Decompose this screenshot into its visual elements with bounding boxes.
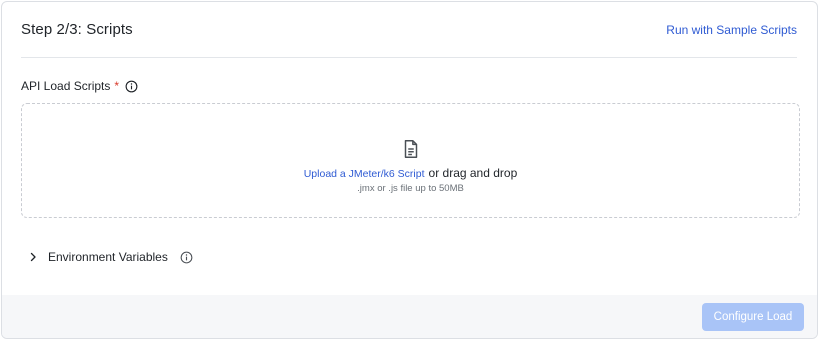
environment-variables-label: Environment Variables	[48, 250, 168, 264]
info-circle-icon[interactable]	[180, 251, 193, 264]
api-load-scripts-label: API Load Scripts *	[21, 79, 138, 93]
upload-script-link[interactable]: Upload a JMeter/k6 Script	[304, 168, 425, 180]
step-title: Step 2/3: Scripts	[21, 21, 133, 38]
required-marker: *	[114, 79, 120, 93]
chevron-right-icon	[28, 252, 38, 262]
upload-instructions: Upload a JMeter/k6 Script or drag and dr…	[304, 166, 518, 180]
configure-load-button[interactable]: Configure Load	[702, 302, 804, 331]
scripts-step-card: Step 2/3: Scripts Run with Sample Script…	[1, 1, 818, 339]
document-icon	[400, 138, 422, 160]
card-footer: Configure Load	[2, 295, 817, 338]
file-type-hint: .jmx or .js file up to 50MB	[357, 182, 464, 194]
info-circle-icon[interactable]	[125, 80, 138, 93]
run-with-sample-scripts-link[interactable]: Run with Sample Scripts	[666, 23, 797, 37]
drag-drop-text: or drag and drop	[428, 165, 518, 180]
script-upload-dropzone[interactable]: Upload a JMeter/k6 Script or drag and dr…	[21, 103, 800, 218]
environment-variables-toggle[interactable]: Environment Variables	[28, 250, 193, 264]
card-header: Step 2/3: Scripts Run with Sample Script…	[21, 2, 797, 58]
field-label-text: API Load Scripts	[21, 79, 111, 93]
